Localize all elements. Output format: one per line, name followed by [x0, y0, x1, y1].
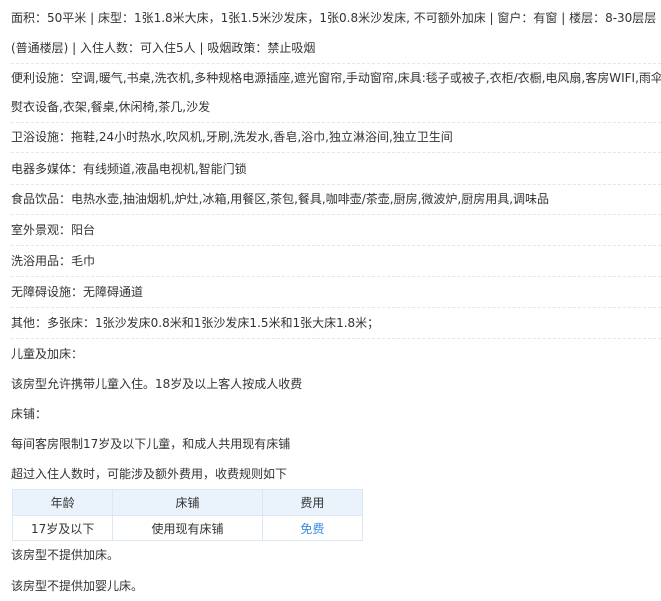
- convenience-facilities: 便利设施：空调,暖气,书桌,洗衣机,多种规格电源插座,遮光窗帘,手动窗帘,床具:…: [11, 63, 661, 93]
- facility-label: 室外景观：: [11, 223, 72, 237]
- facility-text: 拖鞋,24小时热水,吹风机,牙刷,洗发水,香皂,浴巾,独立淋浴间,独立卫生间: [71, 130, 453, 144]
- other-facilities: 其他：多张床：1张沙发床0.8米和1张沙发床1.5米和1张大床1.8米；: [11, 308, 661, 339]
- facility-text: 多张床：1张沙发床0.8米和1张沙发床1.5米和1张大床1.8米；: [47, 316, 380, 330]
- facility-text: 阳台: [71, 223, 96, 237]
- children-extra-bed-heading: 儿童及加床：: [11, 347, 84, 361]
- no-extra-bed-text: 该房型不提供加床。: [11, 548, 120, 562]
- fee-table-cell-fee: 免费: [261, 515, 364, 541]
- facility-label: 其他：: [11, 316, 48, 330]
- facility-text: 有线频道,液晶电视机,智能门锁: [83, 162, 247, 176]
- facility-text: 无障碍通道: [83, 285, 144, 299]
- electronics-facilities: 电器多媒体：有线频道,液晶电视机,智能门锁: [11, 154, 661, 185]
- no-crib-text: 该房型不提供加婴儿床。: [11, 579, 144, 593]
- facility-label: 洗浴用品：: [11, 254, 72, 268]
- toiletries: 洗浴用品：毛巾: [11, 246, 661, 277]
- table-row: 17岁及以下 使用现有床铺 免费: [11, 515, 364, 541]
- facility-text: 毛巾: [71, 254, 96, 268]
- accessibility-facilities: 无障碍设施：无障碍通道: [11, 277, 661, 308]
- fee-table-cell-bed: 使用现有床铺: [112, 515, 263, 541]
- bed-heading: 床铺：: [11, 407, 48, 421]
- fee-table: 年龄 床铺 费用 17岁及以下 使用现有床铺 免费: [11, 489, 364, 541]
- bathroom-facilities: 卫浴设施：拖鞋,24小时热水,吹风机,牙刷,洗发水,香皂,浴巾,独立淋浴间,独立…: [11, 122, 661, 153]
- facility-text: 熨衣设备,衣架,餐桌,休闲椅,茶几,沙发: [11, 100, 211, 114]
- room-details-panel: 面积：50平米 | 床型：1张1.8米大床，1张1.5米沙发床，1张0.8米沙发…: [0, 0, 661, 601]
- children-allowed-text: 该房型允许携带儿童入住。18岁及以上客人按成人收费: [11, 377, 303, 391]
- facility-label: 无障碍设施：: [11, 285, 84, 299]
- facility-label: 电器多媒体：: [11, 162, 84, 176]
- facility-label: 卫浴设施：: [11, 130, 72, 144]
- fee-free-link[interactable]: 免费: [300, 522, 324, 536]
- room-summary-line-1: 面积：50平米 | 床型：1张1.8米大床，1张1.5米沙发床，1张0.8米沙发…: [11, 11, 657, 25]
- fee-table-header-fee: 费用: [261, 489, 364, 516]
- facility-text: 空调,暖气,书桌,洗衣机,多种规格电源插座,遮光窗帘,手动窗帘,床具:毯子或被子…: [71, 71, 661, 85]
- room-summary-line-2: (普通楼层) | 入住人数：可入住5人 | 吸烟政策：禁止吸烟: [11, 33, 661, 64]
- facility-label: 食品饮品：: [11, 192, 72, 206]
- extra-fee-note: 超过入住人数时，可能涉及额外费用，收费规则如下: [11, 467, 288, 481]
- facility-label: 便利设施：: [11, 71, 72, 85]
- fee-table-header-age: 年龄: [11, 489, 114, 516]
- outdoor-view: 室外景观：阳台: [11, 215, 661, 246]
- bed-limit-text: 每间客房限制17岁及以下儿童，和成人共用现有床铺: [11, 437, 291, 451]
- fee-table-header-row: 年龄 床铺 费用: [11, 489, 364, 516]
- facility-text: 电热水壶,抽油烟机,炉灶,冰箱,用餐区,茶包,餐具,咖啡壶/茶壶,厨房,微波炉,…: [71, 192, 550, 206]
- food-drink-facilities: 食品饮品：电热水壶,抽油烟机,炉灶,冰箱,用餐区,茶包,餐具,咖啡壶/茶壶,厨房…: [11, 184, 661, 215]
- convenience-facilities-cont: 熨衣设备,衣架,餐桌,休闲椅,茶几,沙发: [11, 92, 661, 123]
- fee-table-cell-age: 17岁及以下: [11, 515, 114, 541]
- fee-table-header-bed: 床铺: [112, 489, 263, 516]
